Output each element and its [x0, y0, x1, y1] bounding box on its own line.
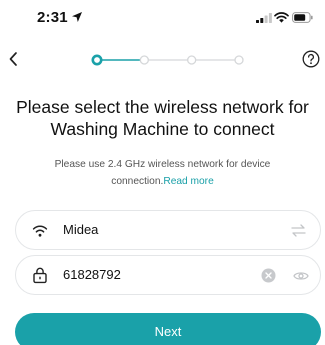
- swap-arrows-icon[interactable]: [291, 224, 306, 237]
- status-time: 2:31: [37, 9, 68, 26]
- wifi-icon: [32, 225, 48, 237]
- progress-stepper: [91, 54, 244, 66]
- wifi-icon: [274, 12, 289, 23]
- next-button[interactable]: Next: [15, 313, 321, 345]
- password-field[interactable]: 61828792: [15, 255, 321, 295]
- cellular-signal-icon: [256, 13, 272, 23]
- stepper-dot: [139, 55, 149, 65]
- stepper-dot: [187, 55, 197, 65]
- location-arrow-icon: [72, 12, 82, 22]
- lock-icon: [33, 267, 47, 284]
- read-more-link[interactable]: Read more: [163, 176, 213, 187]
- clear-icon[interactable]: [261, 268, 276, 283]
- page-title: Please select the wireless network for W…: [16, 97, 309, 139]
- page-subtitle: Please use 2.4 GHz wireless network for …: [30, 156, 295, 190]
- password-value: 61828792: [63, 267, 121, 282]
- battery-icon: [292, 12, 313, 23]
- status-bar: 2:31: [0, 0, 325, 40]
- wifi-network-name: Midea: [63, 222, 99, 237]
- back-button[interactable]: [4, 49, 22, 69]
- eye-icon[interactable]: [293, 269, 309, 283]
- stepper-dot: [91, 54, 103, 66]
- chevron-left-icon: [9, 52, 17, 66]
- stepper-dot: [234, 55, 244, 65]
- wifi-network-field[interactable]: Midea: [15, 210, 321, 250]
- help-circle-icon[interactable]: [302, 50, 320, 68]
